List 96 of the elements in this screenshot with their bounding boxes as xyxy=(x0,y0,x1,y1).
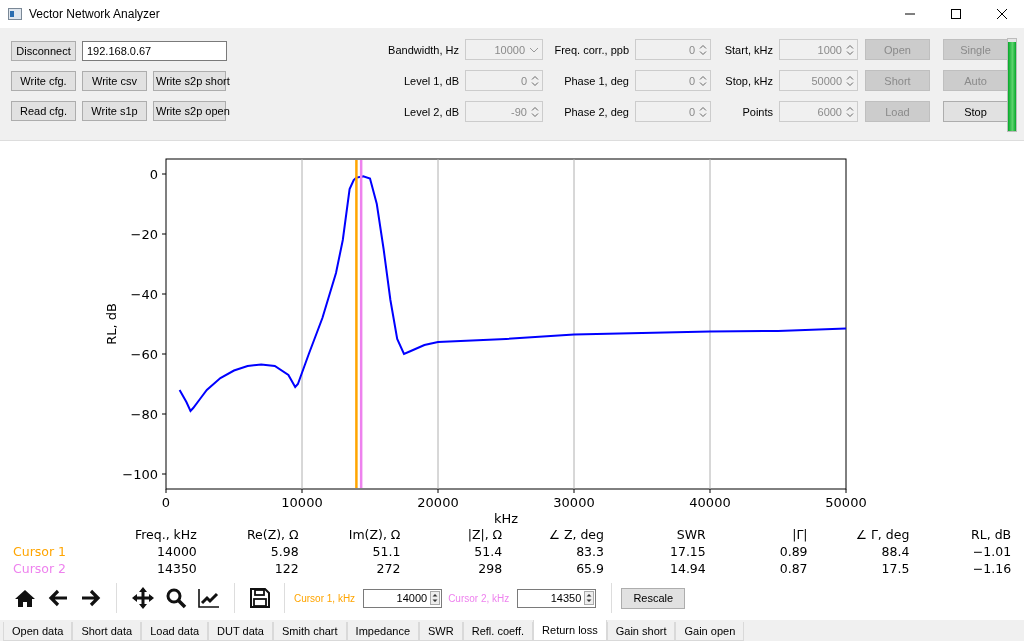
column-header: RL, dB xyxy=(970,526,1012,543)
window-title: Vector Network Analyzer xyxy=(29,7,160,21)
y-tick-label: −80 xyxy=(130,407,158,422)
tab[interactable]: Refl. coeff. xyxy=(462,622,534,641)
table-cell-text: 51.4 xyxy=(473,543,503,560)
app-icon xyxy=(8,8,22,20)
table-cell-text: 51.1 xyxy=(371,543,401,560)
cursor-label: Cursor 1 xyxy=(12,543,67,560)
disconnect-button[interactable]: Disconnect xyxy=(11,41,76,61)
table-cell-text: −1.16 xyxy=(971,560,1012,577)
back-arrow-icon[interactable] xyxy=(46,588,69,608)
tab[interactable]: Impedance xyxy=(346,622,420,641)
y-tick-label: −20 xyxy=(130,227,158,242)
table-cell-text: 122 xyxy=(273,560,299,577)
table-cell-text: 0.87 xyxy=(778,560,808,577)
table-cell-text: 14000 xyxy=(156,543,197,560)
cursor-input-label: Cursor 1, kHz xyxy=(294,592,356,604)
table-cell-text: 14350 xyxy=(156,560,197,577)
tab[interactable]: DUT data xyxy=(208,622,273,641)
table-cell-text: 298 xyxy=(477,560,503,577)
zoom-icon[interactable] xyxy=(164,587,187,609)
spin-arrows-icon xyxy=(846,105,854,118)
x-axis-label: kHz xyxy=(493,511,519,526)
cursor-input-label: Cursor 2, kHz xyxy=(448,592,510,604)
table-cell-text: 17.5 xyxy=(880,560,910,577)
rescale-button[interactable]: Rescale xyxy=(621,587,686,609)
home-icon[interactable] xyxy=(13,588,36,608)
tab[interactable]: Gain open xyxy=(675,622,745,641)
cursor-label: Cursor 2 xyxy=(12,560,67,577)
address-field[interactable]: 192.168.0.67 xyxy=(82,41,227,61)
file-button[interactable]: Read cfg. xyxy=(11,101,76,121)
column-header: Freq., kHz xyxy=(133,526,197,543)
column-header: ∠ Γ, deg xyxy=(854,526,910,543)
column-header: Im(Z), Ω xyxy=(347,526,401,543)
column-header: Re(Z), Ω xyxy=(245,526,299,543)
table-cell-text: 5.98 xyxy=(269,543,299,560)
tab[interactable]: Return loss xyxy=(533,620,607,641)
column-header: |Z|, Ω xyxy=(466,526,503,543)
move-icon[interactable] xyxy=(131,587,154,609)
y-tick-label: 0 xyxy=(149,167,158,182)
forward-arrow-icon[interactable] xyxy=(79,588,102,608)
setting-label: Level 2, dB xyxy=(402,105,459,118)
table-cell-text: 0.89 xyxy=(778,543,808,560)
file-button[interactable]: Write csv xyxy=(82,71,147,91)
setting-label: Start, kHz xyxy=(723,43,773,56)
file-button[interactable]: Write s1p xyxy=(82,101,147,121)
table-cell-text: 17.15 xyxy=(669,543,706,560)
x-tick-label: 20000 xyxy=(417,495,459,510)
spin-arrows-icon xyxy=(699,74,707,87)
setting-label: Phase 2, deg xyxy=(563,105,629,118)
tab[interactable]: Gain short xyxy=(606,622,676,641)
table-cell-text: 14.94 xyxy=(669,560,706,577)
x-tick-label: 50000 xyxy=(825,495,867,510)
tab[interactable]: SWR xyxy=(419,622,463,641)
table-cell-text: −1.01 xyxy=(971,543,1012,560)
tab[interactable]: Open data xyxy=(3,622,73,641)
spin-arrows-icon xyxy=(531,74,539,87)
maximize-icon[interactable] xyxy=(950,8,962,20)
cursor-spin-field[interactable]: 14000 xyxy=(363,588,443,608)
spin-arrows-icon xyxy=(699,43,707,56)
y-tick-label: −40 xyxy=(130,287,158,302)
column-header: ∠ Z, deg xyxy=(547,526,604,543)
table-cell-text: 88.4 xyxy=(880,543,910,560)
file-button[interactable]: Write cfg. xyxy=(11,71,76,91)
chevron-icon xyxy=(529,46,539,53)
table-cell-text: 83.3 xyxy=(575,543,604,560)
save-icon[interactable] xyxy=(249,588,270,608)
x-tick-label: 0 xyxy=(161,495,171,510)
setting-label: Phase 1, deg xyxy=(563,74,629,87)
column-header: SWR xyxy=(675,526,706,543)
tab[interactable]: Smith chart xyxy=(272,622,347,641)
table-cell-text: 272 xyxy=(375,560,401,577)
setting-label: Freq. corr., ppb xyxy=(553,43,629,56)
spin-arrows-icon xyxy=(584,591,595,605)
y-tick-label: −100 xyxy=(122,467,158,482)
setting-label: Points xyxy=(741,105,773,118)
line-chart-icon[interactable] xyxy=(197,588,220,608)
close-icon[interactable] xyxy=(996,8,1008,20)
x-tick-label: 40000 xyxy=(689,495,731,510)
tab[interactable]: Short data xyxy=(72,622,142,641)
spin-arrows-icon xyxy=(846,74,854,87)
tab[interactable]: Load data xyxy=(141,622,209,641)
x-tick-label: 10000 xyxy=(281,495,323,510)
cursor-spin-field[interactable]: 14350 xyxy=(517,588,597,608)
spin-arrows-icon xyxy=(846,43,854,56)
spin-arrows-icon xyxy=(531,105,539,118)
column-header: |Γ| xyxy=(791,526,808,543)
x-tick-label: 30000 xyxy=(553,495,595,510)
setting-label: Stop, kHz xyxy=(724,74,773,87)
setting-label: Bandwidth, Hz xyxy=(387,43,459,56)
action-button[interactable]: Stop xyxy=(943,101,1008,122)
table-cell-text: 65.9 xyxy=(575,560,604,577)
spin-arrows-icon xyxy=(430,591,441,605)
y-axis-label: RL, dB xyxy=(104,303,119,345)
spin-arrows-icon xyxy=(699,105,707,118)
y-tick-label: −60 xyxy=(130,347,158,362)
